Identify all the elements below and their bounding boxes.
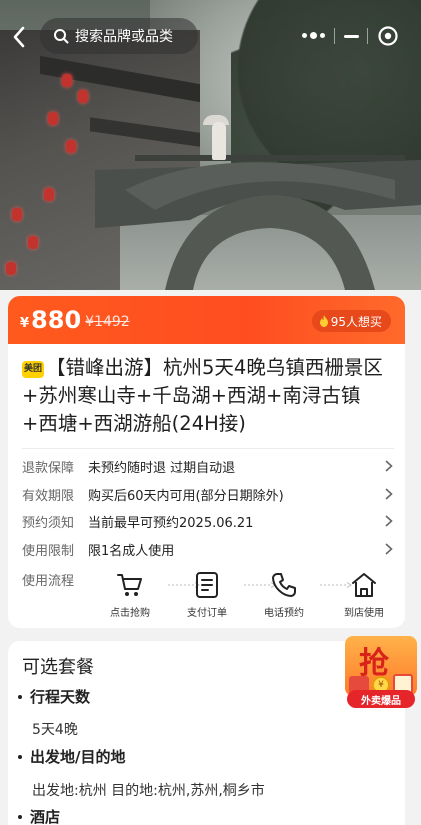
lantern xyxy=(66,140,76,153)
section-value: 5天4晚 xyxy=(32,722,78,738)
flow-step-label: 支付订单 xyxy=(187,608,227,619)
divider xyxy=(333,28,335,44)
flow-label: 使用流程 xyxy=(22,574,75,589)
currency-symbol: ¥ xyxy=(20,315,30,331)
person-figure xyxy=(212,122,226,160)
target-icon[interactable] xyxy=(377,25,399,47)
bullet-dot xyxy=(18,814,22,819)
lantern xyxy=(12,208,22,221)
cart-icon xyxy=(117,574,142,596)
info-value: 限1名成人使用 xyxy=(88,543,175,559)
product-title-text: 【错峰出游】杭州5天4晚乌镇西栅景区+苏州寒山寺+千岛湖+西湖+南浔古镇+西塘+… xyxy=(22,356,383,435)
lantern xyxy=(78,90,88,103)
current-price: 880 xyxy=(31,306,82,334)
order-icon xyxy=(196,572,218,598)
flow-step-store: 到店使用 xyxy=(332,570,396,619)
info-value: 未预约随时退 过期自动退 xyxy=(88,460,236,476)
store-icon xyxy=(352,573,376,597)
flow-step-label: 点击抢购 xyxy=(110,608,150,619)
stone-bridge xyxy=(95,155,421,290)
capsule-menu xyxy=(298,20,403,52)
info-row-booking[interactable]: 预约须知 当前最早可预约2025.06.21 xyxy=(22,510,394,532)
info-row-limit[interactable]: 使用限制 限1名成人使用 xyxy=(22,538,394,560)
package-title: 可选套餐 xyxy=(22,657,94,678)
flame-icon xyxy=(319,315,328,327)
search-icon xyxy=(54,29,69,44)
flow-step-label: 到店使用 xyxy=(344,608,384,619)
flow-step-pay: 支付订单 xyxy=(175,570,239,619)
package-section-destination: 出发地/目的地 xyxy=(18,746,125,767)
product-title: 美团 【错峰出游】杭州5天4晚乌镇西栅景区+苏州寒山寺+千岛湖+西湖+南浔古镇+西… xyxy=(22,354,392,438)
chevron-right-icon xyxy=(385,460,393,472)
promo-float-button[interactable]: 抢 ¥ 外卖爆品 xyxy=(345,636,417,710)
minimize-icon[interactable] xyxy=(343,34,359,38)
chevron-right-icon xyxy=(385,488,393,500)
original-price: ¥1492 xyxy=(85,314,130,330)
lantern xyxy=(62,74,72,87)
back-arrow-icon xyxy=(13,26,25,48)
back-button[interactable] xyxy=(6,22,32,52)
package-section-hotel: 酒店 xyxy=(18,806,60,825)
section-label: 出发地/目的地 xyxy=(30,748,126,766)
package-section-days: 行程天数 xyxy=(18,686,90,707)
info-label: 预约须知 xyxy=(22,515,75,531)
promo-tag: 外卖爆品 xyxy=(347,690,415,708)
chevron-right-icon xyxy=(385,515,393,527)
chevron-right-icon xyxy=(385,543,393,555)
phone-icon xyxy=(272,573,296,597)
flow-step-call: 电话预约 xyxy=(252,570,316,619)
divider xyxy=(22,448,394,449)
lantern xyxy=(44,188,54,201)
search-input[interactable]: 搜索品牌或品类 xyxy=(40,18,198,54)
lantern xyxy=(6,262,16,275)
brand-badge: 美团 xyxy=(22,360,44,378)
section-value: 出发地:杭州 目的地:杭州,苏州,桐乡市 xyxy=(32,783,265,799)
info-label: 使用限制 xyxy=(22,543,75,559)
section-label: 行程天数 xyxy=(30,688,91,706)
lantern xyxy=(48,112,58,125)
info-label: 有效期限 xyxy=(22,488,75,504)
more-dots-icon[interactable] xyxy=(302,32,325,39)
top-bar: 搜索品牌或品类 xyxy=(0,18,421,56)
flow-step-buy: 点击抢购 xyxy=(98,570,162,619)
info-label: 退款保障 xyxy=(22,460,75,476)
flow-step-label: 电话预约 xyxy=(264,608,304,619)
price-bar: ¥ 880 ¥1492 95人想买 xyxy=(8,296,405,344)
search-placeholder: 搜索品牌或品类 xyxy=(75,29,173,45)
bullet-dot xyxy=(18,694,22,699)
product-info-card: 美团 【错峰出游】杭州5天4晚乌镇西栅景区+苏州寒山寺+千岛湖+西湖+南浔古镇+西… xyxy=(8,344,405,628)
lantern xyxy=(28,236,38,249)
info-row-refund[interactable]: 退款保障 未预约随时退 过期自动退 xyxy=(22,455,394,477)
section-label: 酒店 xyxy=(30,808,61,825)
info-row-validity[interactable]: 有效期限 购买后60天内可用(部分日期除外) xyxy=(22,483,394,505)
usage-flow: 点击抢购 支付订单 电话预约 到店使用 xyxy=(98,570,394,620)
want-count-text: 95人想买 xyxy=(330,314,382,329)
bullet-dot xyxy=(18,754,22,759)
info-value: 当前最早可预约2025.06.21 xyxy=(88,515,254,531)
info-value: 购买后60天内可用(部分日期除外) xyxy=(88,488,284,504)
divider xyxy=(367,28,369,44)
want-count-badge: 95人想买 xyxy=(311,310,391,332)
